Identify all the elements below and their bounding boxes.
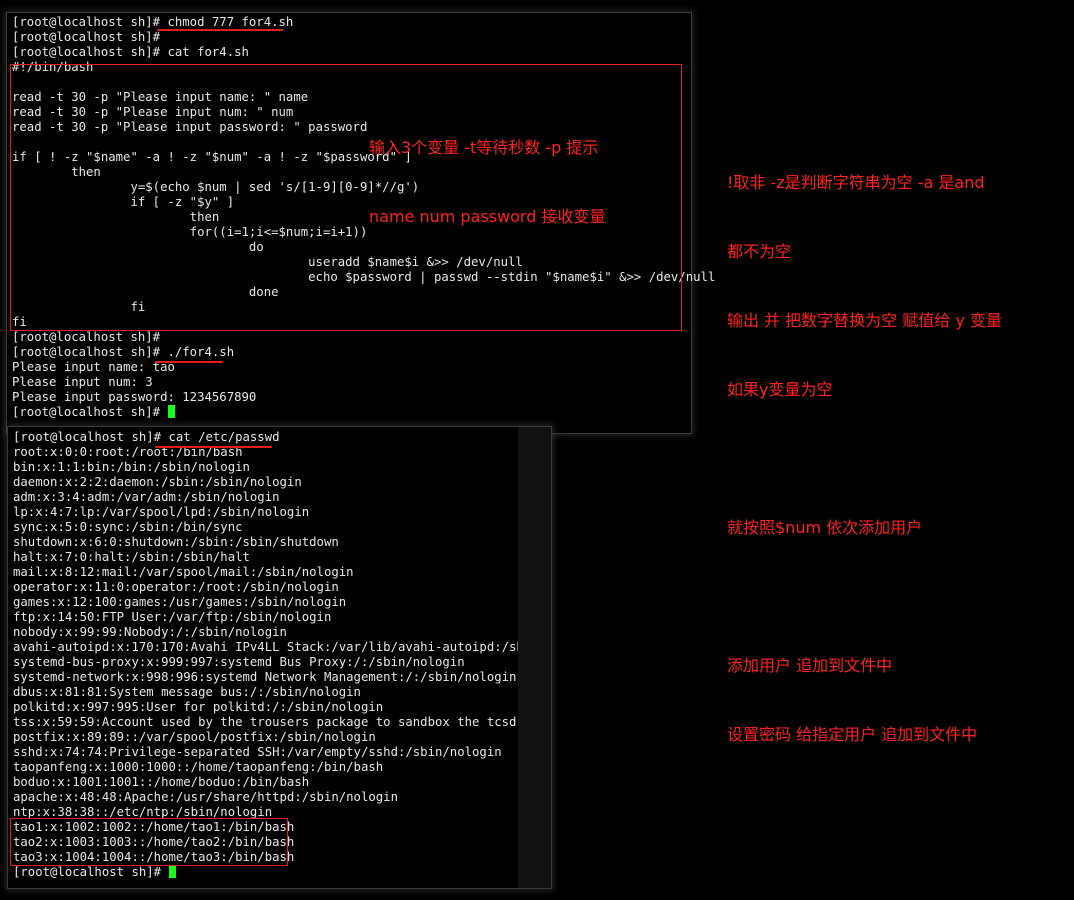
terminal-line: boduo:x:1001:1001::/home/boduo:/bin/bash [13, 775, 310, 789]
terminal-line: systemd-network:x:998:996:systemd Networ… [13, 670, 517, 684]
prompt-text: [root@localhost sh]# [12, 405, 168, 419]
terminal-line: sync:x:5:0:sync:/sbin:/bin/sync [13, 520, 243, 534]
annotation-line: 输入3个变量 -t等待秒数 -p 提示 [369, 138, 599, 157]
terminal-line: daemon:x:2:2:daemon:/sbin:/sbin/nologin [13, 475, 302, 489]
underline-chmod [157, 29, 283, 31]
terminal-line: shutdown:x:6:0:shutdown:/sbin:/sbin/shut… [13, 535, 339, 549]
terminal-line: postfix:x:89:89::/var/spool/postfix:/sbi… [13, 730, 376, 744]
terminal-line: Please input password: 1234567890 [12, 390, 257, 404]
annotation-line: 就按照$num 依次添加用户 [727, 518, 923, 537]
terminal-line: ftp:x:14:50:FTP User:/var/ftp:/sbin/nolo… [13, 610, 332, 624]
annotation-line: 如果y变量为空 [727, 380, 833, 399]
annotation-line: name num password 接收变量 [369, 207, 606, 226]
new-users-highlight-box [10, 818, 288, 866]
annotation-line [727, 447, 1002, 470]
terminal-scrollbar[interactable] [518, 427, 551, 888]
terminal-line: dbus:x:81:81:System message bus:/:/sbin/… [13, 685, 361, 699]
annotation-read-explanation: 输入3个变量 -t等待秒数 -p 提示 name num password 接收… [369, 90, 605, 251]
annotation-line [727, 585, 1002, 608]
terminal-line: games:x:12:100:games:/usr/games:/sbin/no… [13, 595, 347, 609]
terminal-line: sshd:x:74:74:Privilege-separated SSH:/va… [13, 745, 502, 759]
terminal-line: mail:x:8:12:mail:/var/spool/mail:/sbin/n… [13, 565, 354, 579]
terminal-line: bin:x:1:1:bin:/bin:/sbin/nologin [13, 460, 250, 474]
terminal-prompt-line[interactable]: [root@localhost sh]# [12, 405, 176, 420]
annotation-logic-explanation: !取非 -z是判断字符串为空 -a 是and 都不为空 输出 并 把数字替换为空… [727, 125, 1002, 769]
terminal-line: nobody:x:99:99:Nobody:/:/sbin/nologin [13, 625, 287, 639]
terminal-line: [root@localhost sh]# cat for4.sh [12, 45, 249, 59]
terminal-line: tss:x:59:59:Account used by the trousers… [13, 715, 519, 729]
terminal-line: [root@localhost sh]# [12, 30, 161, 44]
terminal-cursor [169, 865, 177, 878]
annotation-line: 输出 并 把数字替换为空 赋值给 y 变量 [727, 311, 1002, 330]
terminal-prompt-line[interactable]: [root@localhost sh]# [13, 865, 177, 880]
terminal-line: operator:x:11:0:operator:/root:/sbin/nol… [13, 580, 339, 594]
annotation-line: 设置密码 给指定用户 追加到文件中 [727, 725, 978, 744]
terminal-line: [root@localhost sh]# cat /etc/passwd [13, 430, 280, 444]
terminal-line: avahi-autoipd:x:170:170:Avahi IPv4LL Sta… [13, 640, 519, 654]
terminal-line: polkitd:x:997:995:User for polkitd:/:/sb… [13, 700, 384, 714]
terminal-line: halt:x:7:0:halt:/sbin:/sbin/halt [13, 550, 250, 564]
terminal-line: taopanfeng:x:1000:1000::/home/taopanfeng… [13, 760, 384, 774]
terminal-line: [root@localhost sh]# [12, 330, 161, 344]
terminal-cursor [168, 405, 176, 418]
prompt-text: [root@localhost sh]# [13, 865, 169, 879]
annotation-line: 都不为空 [727, 242, 792, 261]
underline-run-script [155, 361, 223, 363]
terminal-line: [root@localhost sh]# ./for4.sh [12, 345, 235, 359]
terminal-line: adm:x:3:4:adm:/var/adm:/sbin/nologin [13, 490, 280, 504]
annotation-line: !取非 -z是判断字符串为空 -a 是and [727, 173, 985, 192]
terminal-line: Please input name: tao [12, 360, 175, 374]
terminal-line: apache:x:48:48:Apache:/usr/share/httpd:/… [13, 790, 398, 804]
annotation-line: 添加用户 追加到文件中 [727, 656, 893, 675]
terminal-line: systemd-bus-proxy:x:999:997:systemd Bus … [13, 655, 465, 669]
terminal-line: lp:x:4:7:lp:/var/spool/lpd:/sbin/nologin [13, 505, 310, 519]
terminal-line: [root@localhost sh]# chmod 777 for4.sh [12, 15, 294, 29]
underline-cat-passwd [155, 446, 272, 448]
terminal-line: Please input num: 3 [12, 375, 153, 389]
